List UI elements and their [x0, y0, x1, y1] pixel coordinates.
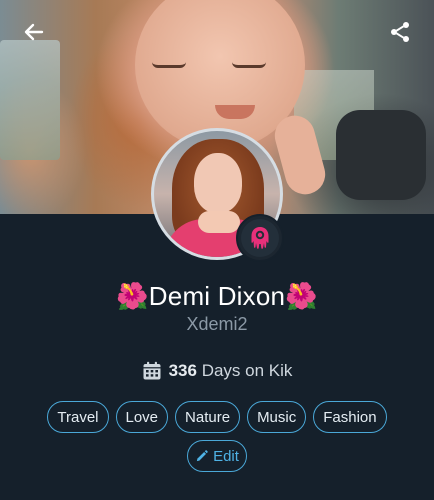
- edit-label: Edit: [213, 447, 239, 465]
- interest-tag-fashion[interactable]: Fashion: [313, 401, 387, 433]
- days-label: Days on Kik: [201, 361, 293, 380]
- share-button[interactable]: [382, 14, 418, 50]
- interest-tag-nature[interactable]: Nature: [175, 401, 241, 433]
- bot-badge: [236, 214, 284, 262]
- interest-tag-love[interactable]: Love: [115, 401, 169, 433]
- back-arrow-icon: [24, 23, 44, 41]
- pencil-icon: [196, 449, 208, 461]
- interest-tag-music[interactable]: Music: [247, 401, 307, 433]
- username: Xdemi2: [186, 314, 248, 334]
- edit-interests-button[interactable]: Edit: [187, 440, 247, 472]
- kik-bot-icon: [251, 227, 269, 249]
- share-icon: [391, 22, 409, 42]
- back-button[interactable]: [16, 14, 52, 50]
- days-count: 336: [168, 361, 197, 380]
- display-name: 🌺Demi Dixon🌺: [116, 281, 318, 311]
- days-on-kik: 336 Days on Kik: [0, 361, 434, 381]
- calendar-icon: [143, 361, 161, 380]
- interest-tags: Travel Love Nature Music Fashion: [0, 401, 434, 433]
- interest-tag-travel[interactable]: Travel: [47, 401, 109, 433]
